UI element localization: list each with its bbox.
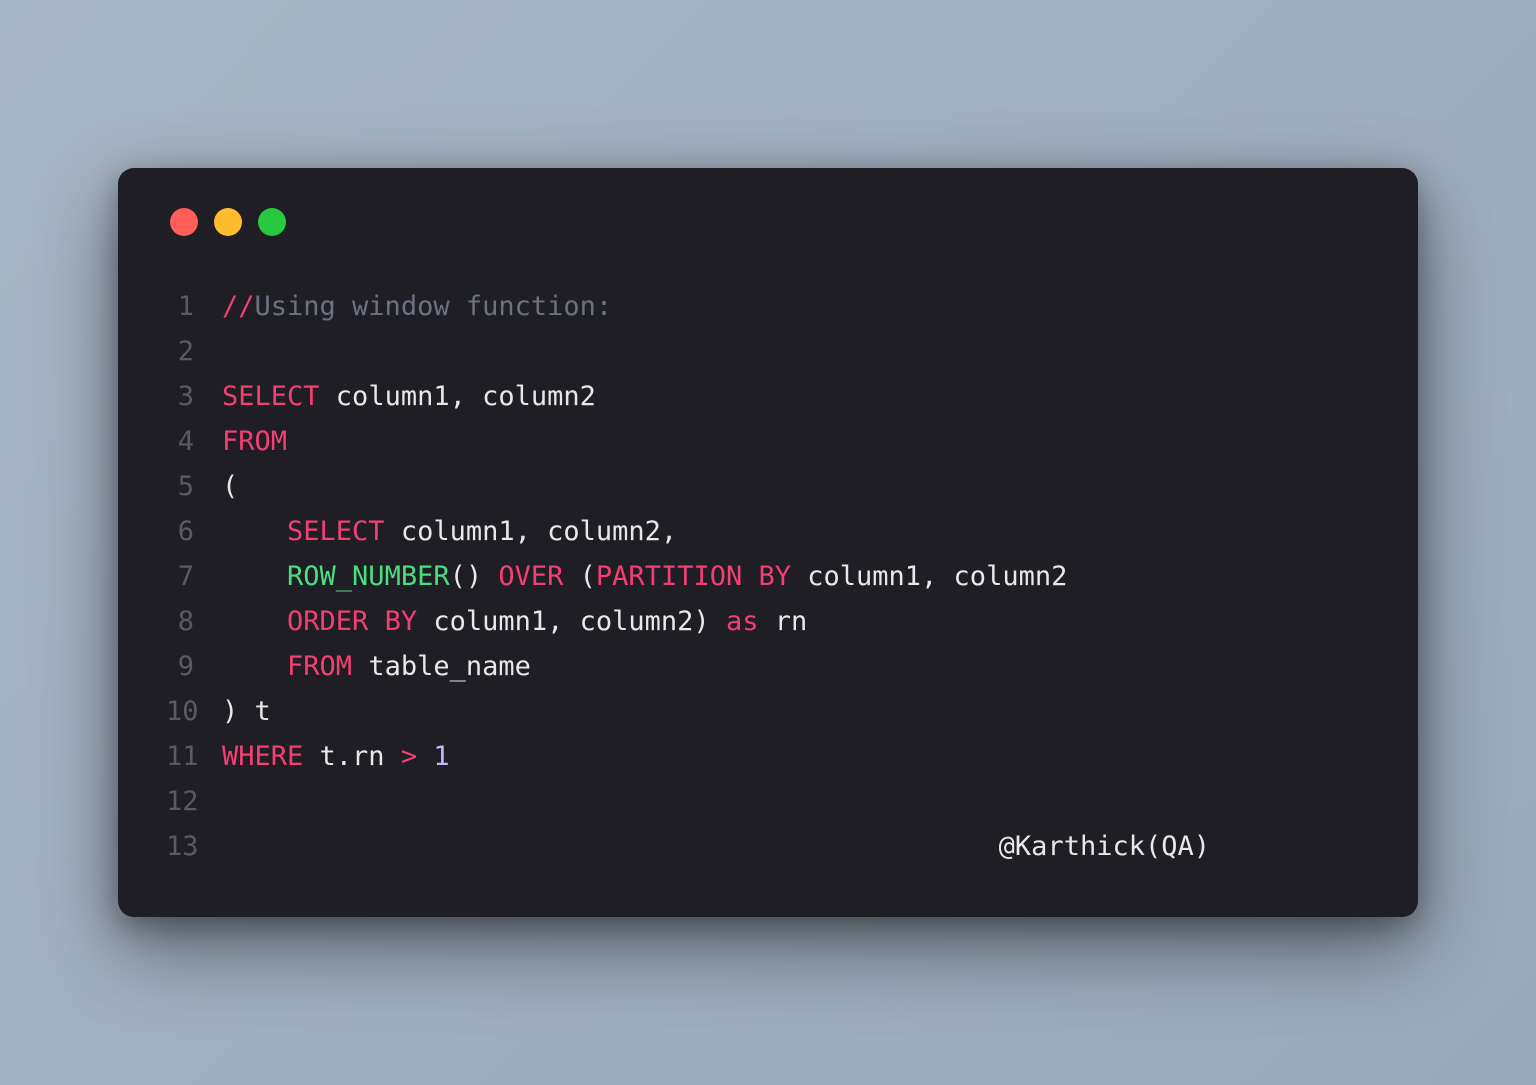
- code-line: 3 SELECT column1, column2: [166, 374, 1370, 419]
- line-content: ROW_NUMBER() OVER (PARTITION BY column1,…: [222, 554, 1370, 599]
- attribution: @Karthick(QA): [999, 824, 1210, 869]
- code-line: 6 SELECT column1, column2,: [166, 509, 1370, 554]
- line-content: (: [222, 464, 1370, 509]
- line-number: 4: [166, 419, 222, 464]
- line-number: 2: [166, 329, 222, 374]
- line-number: 8: [166, 599, 222, 644]
- line-number: 6: [166, 509, 222, 554]
- line-number: 3: [166, 374, 222, 419]
- code-line: 10 ) t: [166, 689, 1370, 734]
- window-controls: [166, 208, 1370, 236]
- code-window: 1 //Using window function: 2 3 SELECT co…: [118, 168, 1418, 917]
- code-line: 1 //Using window function:: [166, 284, 1370, 329]
- code-line: 7 ROW_NUMBER() OVER (PARTITION BY column…: [166, 554, 1370, 599]
- code-line: 8 ORDER BY column1, column2) as rn: [166, 599, 1370, 644]
- line-content: @Karthick(QA): [222, 824, 1370, 869]
- code-line: 9 FROM table_name: [166, 644, 1370, 689]
- code-area: 1 //Using window function: 2 3 SELECT co…: [166, 284, 1370, 869]
- line-content: ) t: [222, 689, 1370, 734]
- line-number: 11: [166, 734, 222, 779]
- line-content: FROM: [222, 419, 1370, 464]
- line-number: 5: [166, 464, 222, 509]
- code-line: 11 WHERE t.rn > 1: [166, 734, 1370, 779]
- line-content: //Using window function:: [222, 284, 1370, 329]
- line-number: 1: [166, 284, 222, 329]
- line-content: SELECT column1, column2,: [222, 509, 1370, 554]
- code-line: 12: [166, 779, 1370, 824]
- minimize-icon[interactable]: [214, 208, 242, 236]
- code-line: 5 (: [166, 464, 1370, 509]
- maximize-icon[interactable]: [258, 208, 286, 236]
- line-content: ORDER BY column1, column2) as rn: [222, 599, 1370, 644]
- line-number: 10: [166, 689, 222, 734]
- code-line: 4 FROM: [166, 419, 1370, 464]
- code-line: 2: [166, 329, 1370, 374]
- close-icon[interactable]: [170, 208, 198, 236]
- line-content: FROM table_name: [222, 644, 1370, 689]
- line-content: SELECT column1, column2: [222, 374, 1370, 419]
- line-number: 13: [166, 824, 222, 869]
- line-content: WHERE t.rn > 1: [222, 734, 1370, 779]
- line-number: 12: [166, 779, 222, 824]
- line-number: 9: [166, 644, 222, 689]
- line-number: 7: [166, 554, 222, 599]
- code-line: 13 @Karthick(QA): [166, 824, 1370, 869]
